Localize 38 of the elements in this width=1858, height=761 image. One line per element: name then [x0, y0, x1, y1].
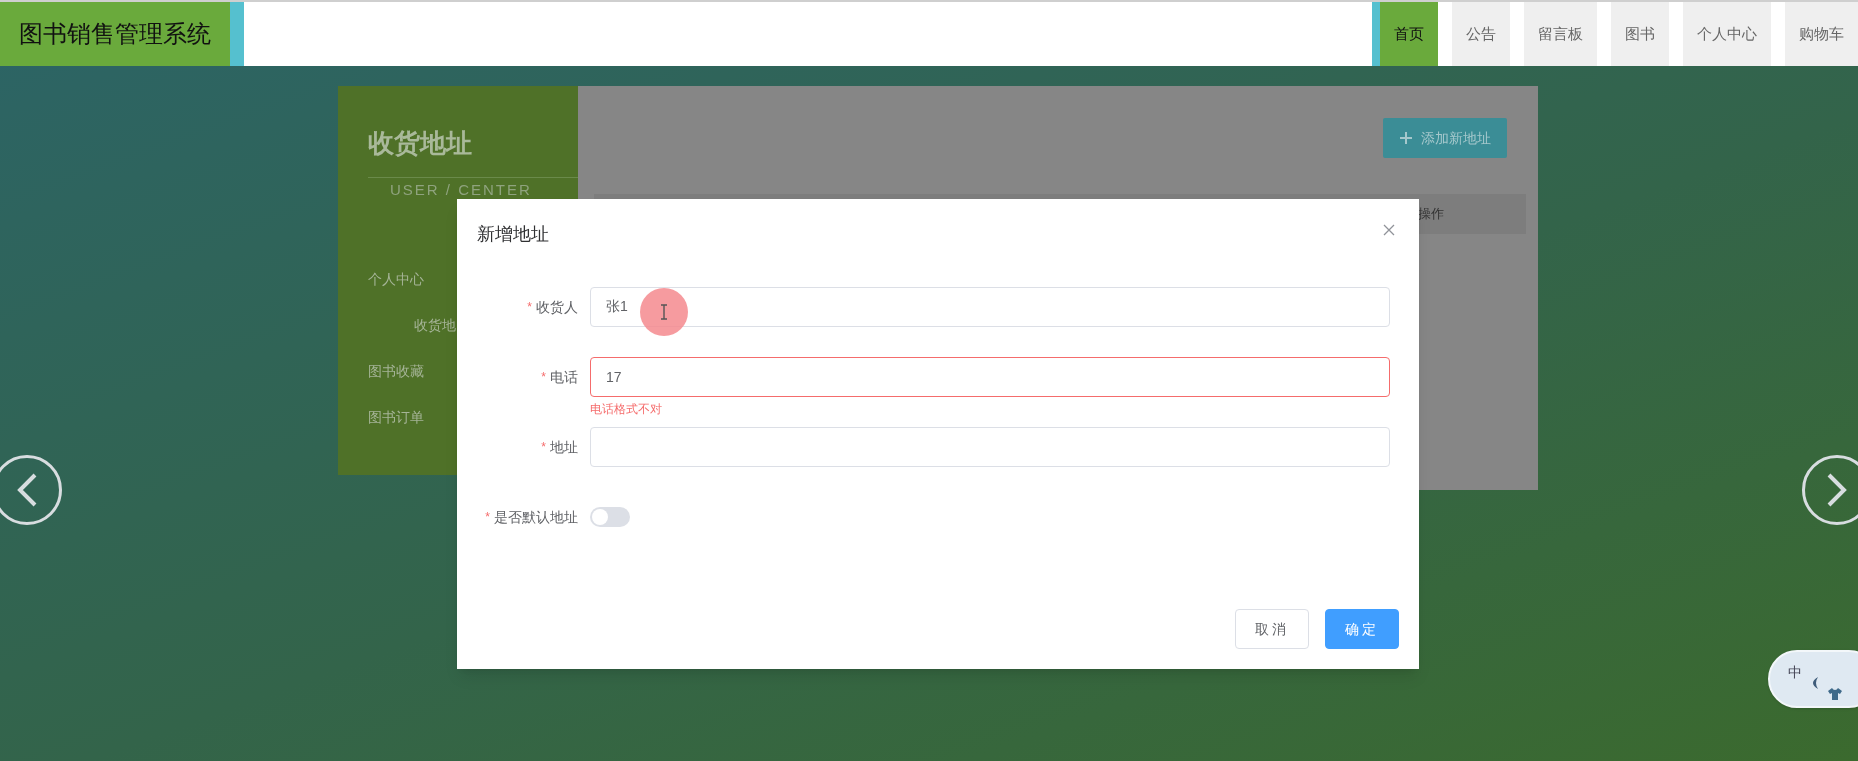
nav-tab[interactable]: 公告 — [1452, 2, 1510, 66]
cancel-button[interactable]: 取消 — [1235, 609, 1309, 649]
chevron-right-icon — [1826, 472, 1848, 508]
next-arrow-button[interactable] — [1802, 455, 1858, 525]
required-asterisk: * — [485, 509, 490, 526]
nav-tab[interactable]: 个人中心 — [1683, 2, 1771, 66]
shirt-icon[interactable] — [1828, 688, 1842, 700]
required-asterisk: * — [541, 439, 546, 456]
ime-mode-label[interactable]: 中 — [1788, 662, 1802, 683]
field-label: 收货人 — [536, 297, 578, 317]
required-asterisk: * — [541, 369, 546, 386]
nav-tab[interactable]: 图书 — [1611, 2, 1669, 66]
table-header: 操作 — [1418, 205, 1445, 224]
field-label: 地址 — [550, 437, 578, 457]
input-field[interactable]: 17 — [590, 357, 1390, 397]
nav-tab[interactable]: 购物车 — [1785, 2, 1858, 66]
previous-arrow-button[interactable] — [0, 455, 62, 525]
error-message: 电话格式不对 — [590, 401, 662, 418]
nav-tab[interactable]: 首页 — [1380, 2, 1438, 66]
required-asterisk: * — [527, 299, 532, 316]
input-field[interactable]: 张1 — [590, 287, 1390, 327]
confirm-button[interactable]: 确定 — [1325, 609, 1399, 649]
text-cursor-icon — [659, 304, 669, 320]
field-label: 是否默认地址 — [494, 507, 578, 527]
accent-strip — [230, 2, 244, 66]
close-button[interactable] — [1383, 223, 1397, 237]
plus-icon — [1399, 131, 1413, 145]
toggle-switch[interactable] — [590, 507, 630, 527]
close-icon — [1383, 224, 1395, 236]
moon-icon[interactable] — [1810, 676, 1820, 690]
input-field[interactable] — [590, 427, 1390, 467]
accent-strip — [1372, 2, 1380, 66]
sidebar-subtitle: USER / CENTER — [390, 182, 533, 198]
chevron-left-icon — [16, 472, 38, 508]
nav-tab[interactable]: 留言板 — [1524, 2, 1597, 66]
field-label: 电话 — [550, 367, 578, 387]
site-title: 图书销售管理系统 — [0, 2, 230, 66]
dialog-title: 新增地址 — [477, 223, 549, 246]
